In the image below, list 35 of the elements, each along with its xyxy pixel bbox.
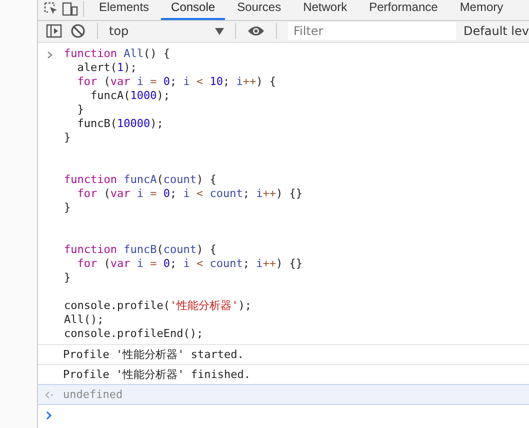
code-line: } (64, 131, 72, 145)
code-line: funcA(1000); (89, 89, 171, 103)
chevron-icon (47, 51, 53, 59)
levels-dropdown[interactable]: Default lev (464, 24, 529, 38)
code-line: alert(1); (76, 61, 138, 75)
prompt-chevron-icon[interactable] (46, 411, 52, 420)
device-icon[interactable] (62, 2, 78, 16)
code-line: } (76, 103, 85, 117)
clear-icon[interactable] (70, 23, 86, 40)
code-line: All(); (64, 313, 105, 327)
code-line: function funcB(count) { (64, 243, 218, 257)
log-message: Profile '性能分析器' finished. (63, 368, 250, 381)
code-line: } (64, 271, 72, 285)
context-select[interactable]: top (109, 24, 224, 38)
log-message: Profile '性能分析器' started. (63, 348, 244, 361)
code-line: for (var i = 0; i < count; i++) {} (76, 257, 302, 271)
tab[interactable]: Memory (450, 0, 514, 20)
tab[interactable]: Performance (359, 0, 448, 20)
code-line: for (var i = 0; i < count; i++) {} (76, 187, 302, 201)
code-line: function All() { (64, 47, 171, 61)
filter-field[interactable]: Filter (288, 22, 456, 40)
caret-icon (214, 28, 224, 35)
code-line: function funcA(count) { (64, 173, 218, 187)
tab[interactable]: Elements (89, 0, 160, 20)
sidebar-toggle-icon[interactable] (46, 23, 62, 40)
return-arrow-icon (45, 390, 54, 398)
code-line: console.profile('性能分析器'); (64, 299, 252, 313)
tab[interactable]: Sources (227, 0, 292, 20)
result-value: undefined (63, 388, 123, 401)
code-line: funcB(10000); (76, 117, 164, 131)
eye-icon[interactable] (246, 25, 265, 38)
code-line: console.profileEnd(); (64, 327, 204, 341)
tab[interactable]: Network (293, 0, 358, 20)
code-line: for (var i = 0; i < 10; i++) { (76, 75, 277, 89)
code-line: } (64, 201, 72, 215)
